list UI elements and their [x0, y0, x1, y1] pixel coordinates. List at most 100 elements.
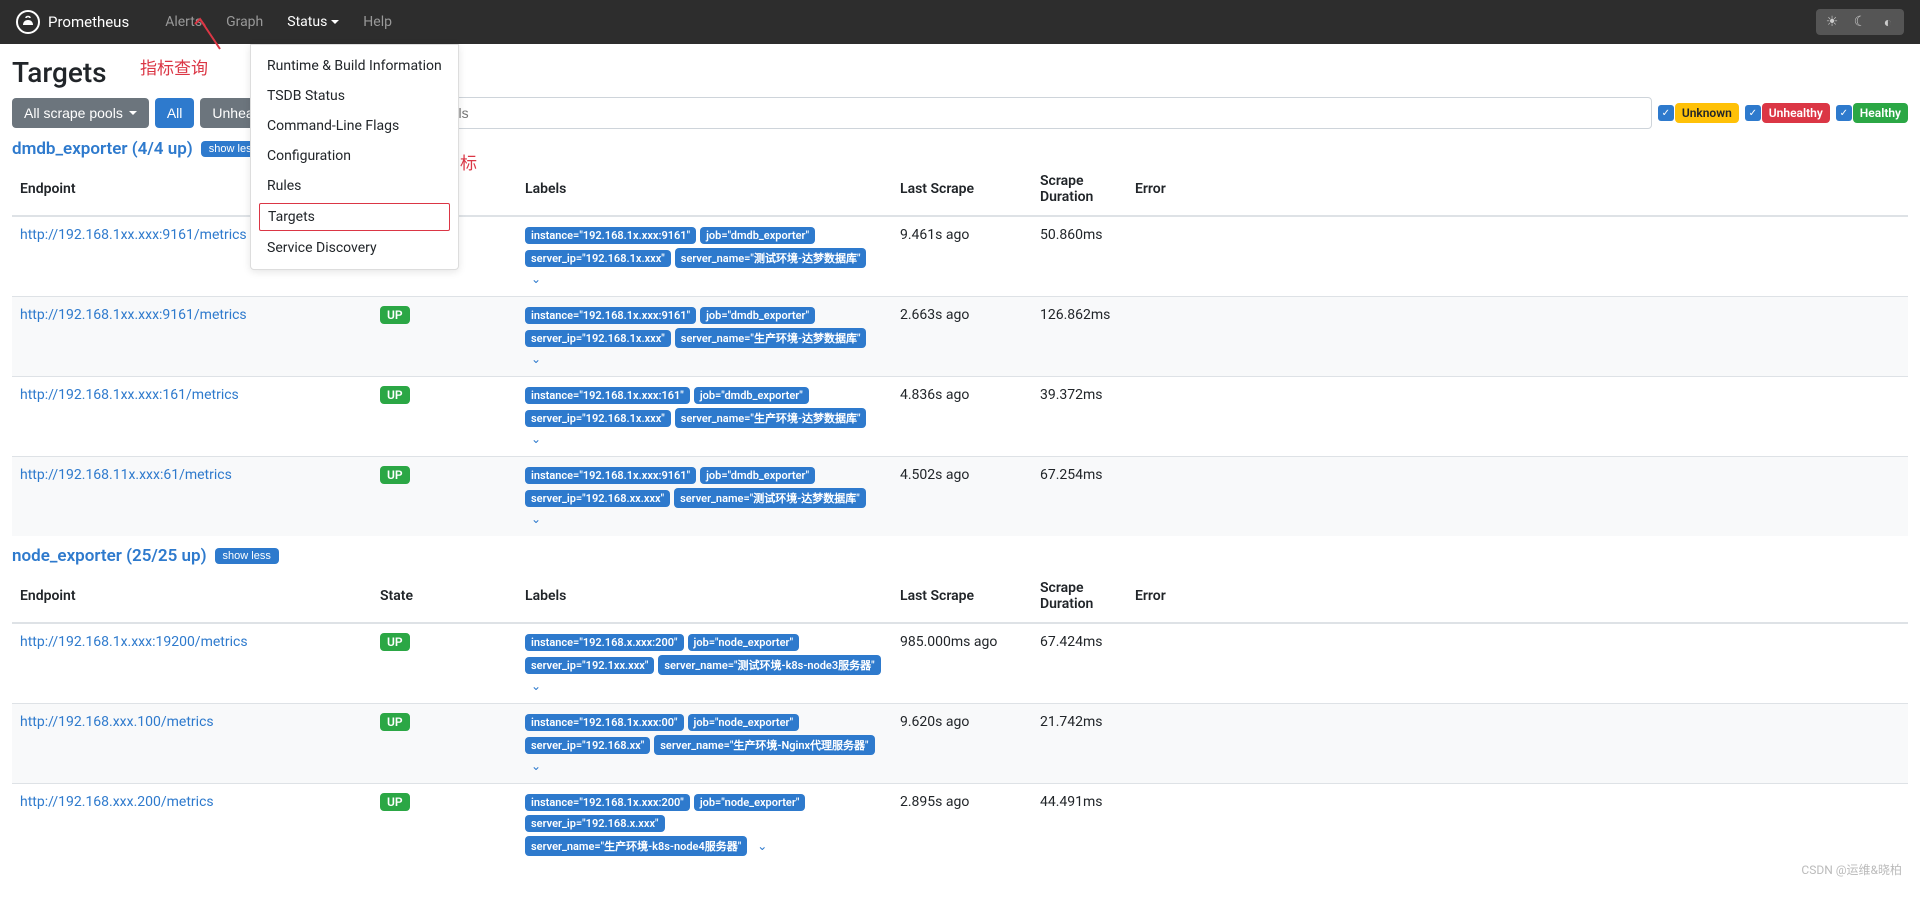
- th-labels: Labels: [517, 570, 892, 623]
- th-error: Error: [1127, 163, 1908, 216]
- brand[interactable]: Prometheus: [16, 10, 129, 34]
- label-pill[interactable]: job="dmdb_exporter": [700, 467, 815, 484]
- checkbox-unknown[interactable]: ✓: [1658, 105, 1674, 121]
- chevron-down-icon[interactable]: ⌄: [525, 432, 547, 446]
- search-input[interactable]: [293, 97, 1651, 129]
- menu-runtime[interactable]: Runtime & Build Information: [251, 51, 458, 81]
- th-labels: Labels: [517, 163, 892, 216]
- error-cell: [1127, 623, 1908, 704]
- checkbox-healthy[interactable]: ✓: [1836, 105, 1852, 121]
- scrape-duration: 126.862ms: [1032, 297, 1127, 377]
- checkbox-unhealthy[interactable]: ✓: [1745, 105, 1761, 121]
- show-less-button[interactable]: show less: [215, 548, 279, 564]
- chevron-down-icon: [331, 20, 339, 24]
- label-pill[interactable]: server_ip="192.168.1x.xxx": [525, 250, 671, 267]
- theme-dark-button[interactable]: ☾: [1846, 11, 1874, 33]
- scrape-duration: 67.424ms: [1032, 623, 1127, 704]
- endpoint-link[interactable]: http://192.168.1x.xxx:19200/metrics: [20, 634, 248, 650]
- error-cell: [1127, 704, 1908, 784]
- th-duration: Scrape Duration: [1032, 163, 1127, 216]
- chevron-down-icon[interactable]: ⌄: [525, 512, 547, 526]
- filter-all-button[interactable]: All: [155, 98, 195, 128]
- endpoint-link[interactable]: http://192.168.xxx.100/metrics: [20, 714, 214, 730]
- badge-unknown: Unknown: [1675, 103, 1739, 123]
- th-state: State: [372, 570, 517, 623]
- last-scrape: 9.461s ago: [892, 216, 1032, 297]
- th-error: Error: [1127, 570, 1908, 623]
- label-pill[interactable]: instance="192.168.x.xxx:200": [525, 634, 684, 651]
- label-pill[interactable]: server_name="生产环境-k8s-node4服务器": [525, 836, 747, 856]
- label-pill[interactable]: job="dmdb_exporter": [700, 307, 815, 324]
- endpoint-link[interactable]: http://192.168.1xx.xxx:161/metrics: [20, 387, 239, 403]
- chevron-down-icon[interactable]: ⌄: [525, 272, 547, 286]
- label-pill[interactable]: server_name="测试环境-达梦数据库": [675, 248, 867, 268]
- label-pill[interactable]: instance="192.168.1x.xxx:9161": [525, 227, 696, 244]
- nav-status[interactable]: Status: [275, 14, 351, 30]
- label-pill[interactable]: server_ip="192.168.1x.xxx": [525, 410, 671, 427]
- menu-targets[interactable]: Targets: [259, 203, 450, 231]
- table-row: http://192.168.xxx.100/metrics UP instan…: [12, 704, 1908, 784]
- chevron-down-icon[interactable]: ⌄: [751, 839, 773, 853]
- arrow-icon: [190, 14, 230, 54]
- scrape-duration: 39.372ms: [1032, 377, 1127, 457]
- scrape-pools-dropdown[interactable]: All scrape pools: [12, 98, 149, 128]
- last-scrape: 9.620s ago: [892, 704, 1032, 784]
- last-scrape: 4.836s ago: [892, 377, 1032, 457]
- theme-auto-button[interactable]: ◐: [1874, 11, 1902, 33]
- label-pill[interactable]: server_name="生产环境-Nginx代理服务器": [654, 735, 874, 755]
- pool-title[interactable]: node_exporter (25/25 up): [12, 546, 207, 566]
- menu-tsdb[interactable]: TSDB Status: [251, 81, 458, 111]
- table-row: http://192.168.11x.xxx:61/metrics UP ins…: [12, 457, 1908, 537]
- health-toggles: ✓Unknown ✓Unhealthy ✓Healthy: [1658, 103, 1908, 123]
- label-pill[interactable]: job="node_exporter": [688, 634, 800, 651]
- label-pill[interactable]: instance="192.168.1x.xxx:9161": [525, 467, 696, 484]
- scrape-duration: 21.742ms: [1032, 704, 1127, 784]
- label-pill[interactable]: job="node_exporter": [694, 794, 806, 811]
- label-pill[interactable]: server_name="测试环境-达梦数据库": [674, 488, 866, 508]
- label-pill[interactable]: server_ip="192.168.xx.xxx": [525, 490, 670, 507]
- menu-rules[interactable]: Rules: [251, 171, 458, 201]
- label-pill[interactable]: server_name="测试环境-k8s-node3服务器": [658, 655, 880, 675]
- menu-sd[interactable]: Service Discovery: [251, 233, 458, 263]
- endpoint-link[interactable]: http://192.168.xxx.200/metrics: [20, 794, 214, 810]
- label-pill[interactable]: instance="192.168.1x.xxx:161": [525, 387, 690, 404]
- label-pill[interactable]: job="dmdb_exporter": [694, 387, 809, 404]
- label-pill[interactable]: server_ip="192.168.xx": [525, 737, 650, 754]
- top-navbar: Prometheus Alerts Graph Status Help ☀ ☾ …: [0, 0, 1920, 44]
- last-scrape: 2.663s ago: [892, 297, 1032, 377]
- label-pill[interactable]: server_name="生产环境-达梦数据库": [675, 408, 867, 428]
- label-pill[interactable]: server_ip="192.168.x.xxx": [525, 815, 665, 832]
- brand-text: Prometheus: [48, 13, 129, 31]
- scrape-duration: 67.254ms: [1032, 457, 1127, 537]
- label-pill[interactable]: instance="192.168.1x.xxx:00": [525, 714, 684, 731]
- endpoint-link[interactable]: http://192.168.1xx.xxx:9161/metrics: [20, 227, 247, 243]
- theme-light-button[interactable]: ☀: [1818, 11, 1846, 33]
- endpoint-link[interactable]: http://192.168.1xx.xxx:9161/metrics: [20, 307, 247, 323]
- chevron-down-icon[interactable]: ⌄: [525, 679, 547, 693]
- badge-healthy: Healthy: [1853, 103, 1908, 123]
- chevron-down-icon[interactable]: ⌄: [525, 352, 547, 366]
- state-badge: UP: [380, 466, 410, 484]
- table-row: http://192.168.1x.xxx:19200/metrics UP i…: [12, 623, 1908, 704]
- label-pill[interactable]: server_name="生产环境-达梦数据库": [675, 328, 867, 348]
- credit: CSDN @运维&晓柏: [1801, 861, 1902, 878]
- error-cell: [1127, 377, 1908, 457]
- table-row: http://192.168.xxx.200/metrics UP instan…: [12, 784, 1908, 867]
- state-badge: UP: [380, 713, 410, 731]
- label-pill[interactable]: server_ip="192.1xx.xxx": [525, 657, 654, 674]
- status-dropdown-menu: Runtime & Build Information TSDB Status …: [250, 44, 459, 270]
- pool-title[interactable]: dmdb_exporter (4/4 up): [12, 139, 193, 159]
- state-badge: UP: [380, 386, 410, 404]
- menu-flags[interactable]: Command-Line Flags: [251, 111, 458, 141]
- label-pill[interactable]: instance="192.168.1x.xxx:9161": [525, 307, 696, 324]
- label-pill[interactable]: server_ip="192.168.1x.xxx": [525, 330, 671, 347]
- menu-config[interactable]: Configuration: [251, 141, 458, 171]
- nav-help[interactable]: Help: [351, 14, 404, 30]
- state-badge: UP: [380, 633, 410, 651]
- endpoint-link[interactable]: http://192.168.11x.xxx:61/metrics: [20, 467, 232, 483]
- last-scrape: 2.895s ago: [892, 784, 1032, 867]
- label-pill[interactable]: job="dmdb_exporter": [700, 227, 815, 244]
- label-pill[interactable]: job="node_exporter": [688, 714, 800, 731]
- label-pill[interactable]: instance="192.168.1x.xxx:200": [525, 794, 690, 811]
- chevron-down-icon[interactable]: ⌄: [525, 759, 547, 773]
